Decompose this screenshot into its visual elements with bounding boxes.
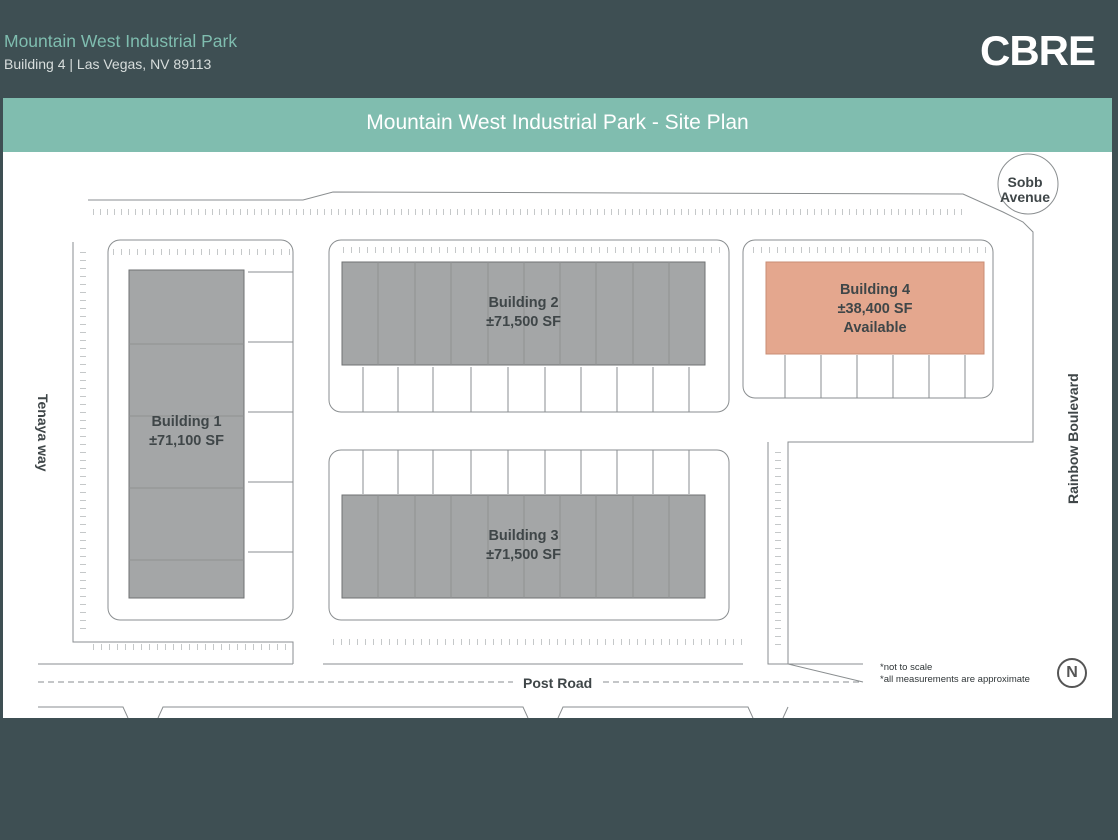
- cbre-logo: CBRE: [980, 27, 1096, 74]
- building-3-label: Building 3 ±71,500 SF: [342, 527, 705, 565]
- note-scale: *not to scale: [880, 662, 933, 673]
- north-arrow-icon: N: [1057, 658, 1087, 688]
- building-size: ±71,500 SF: [486, 547, 561, 563]
- building-name: Building 2: [488, 295, 559, 311]
- sobb-line1: Sobb: [1007, 174, 1043, 190]
- note-measurements: *all measurements are approximate: [880, 674, 1030, 685]
- site-plan-map: Building 1 ±71,100 SF Building 2 ±71,500…: [3, 152, 1112, 718]
- header-subtitle: Building 4 | Las Vegas, NV 89113: [4, 56, 212, 72]
- building-name: Building 3: [488, 528, 559, 544]
- building-2-label: Building 2 ±71,500 SF: [342, 294, 705, 332]
- building-size: ±71,500 SF: [486, 314, 561, 330]
- building-1-label: Building 1 ±71,100 SF: [129, 413, 244, 451]
- building-size: ±38,400 SF: [837, 301, 913, 317]
- banner-title: Mountain West Industrial Park - Site Pla…: [366, 111, 749, 134]
- site-plan-banner: Mountain West Industrial Park - Site Pla…: [3, 98, 1112, 152]
- street-label-rainbow: Rainbow Boulevard: [1065, 373, 1081, 504]
- street-label-sobb: Sobb Avenue: [999, 175, 1051, 205]
- building-status: Available: [843, 320, 907, 336]
- building-name: Building 4: [839, 282, 911, 298]
- header-title: Mountain West Industrial Park: [4, 31, 238, 51]
- building-name: Building 1: [151, 414, 222, 430]
- building-4-label: Building 4 ±38,400 SF Available: [766, 281, 984, 338]
- building-size: ±71,100 SF: [149, 433, 224, 449]
- sobb-line2: Avenue: [999, 189, 1051, 205]
- street-label-post-road: Post Road: [521, 675, 595, 691]
- street-label-tenaya: Tenaya way: [35, 394, 51, 472]
- plan-notes: *not to scale *all measurements are appr…: [880, 662, 1030, 686]
